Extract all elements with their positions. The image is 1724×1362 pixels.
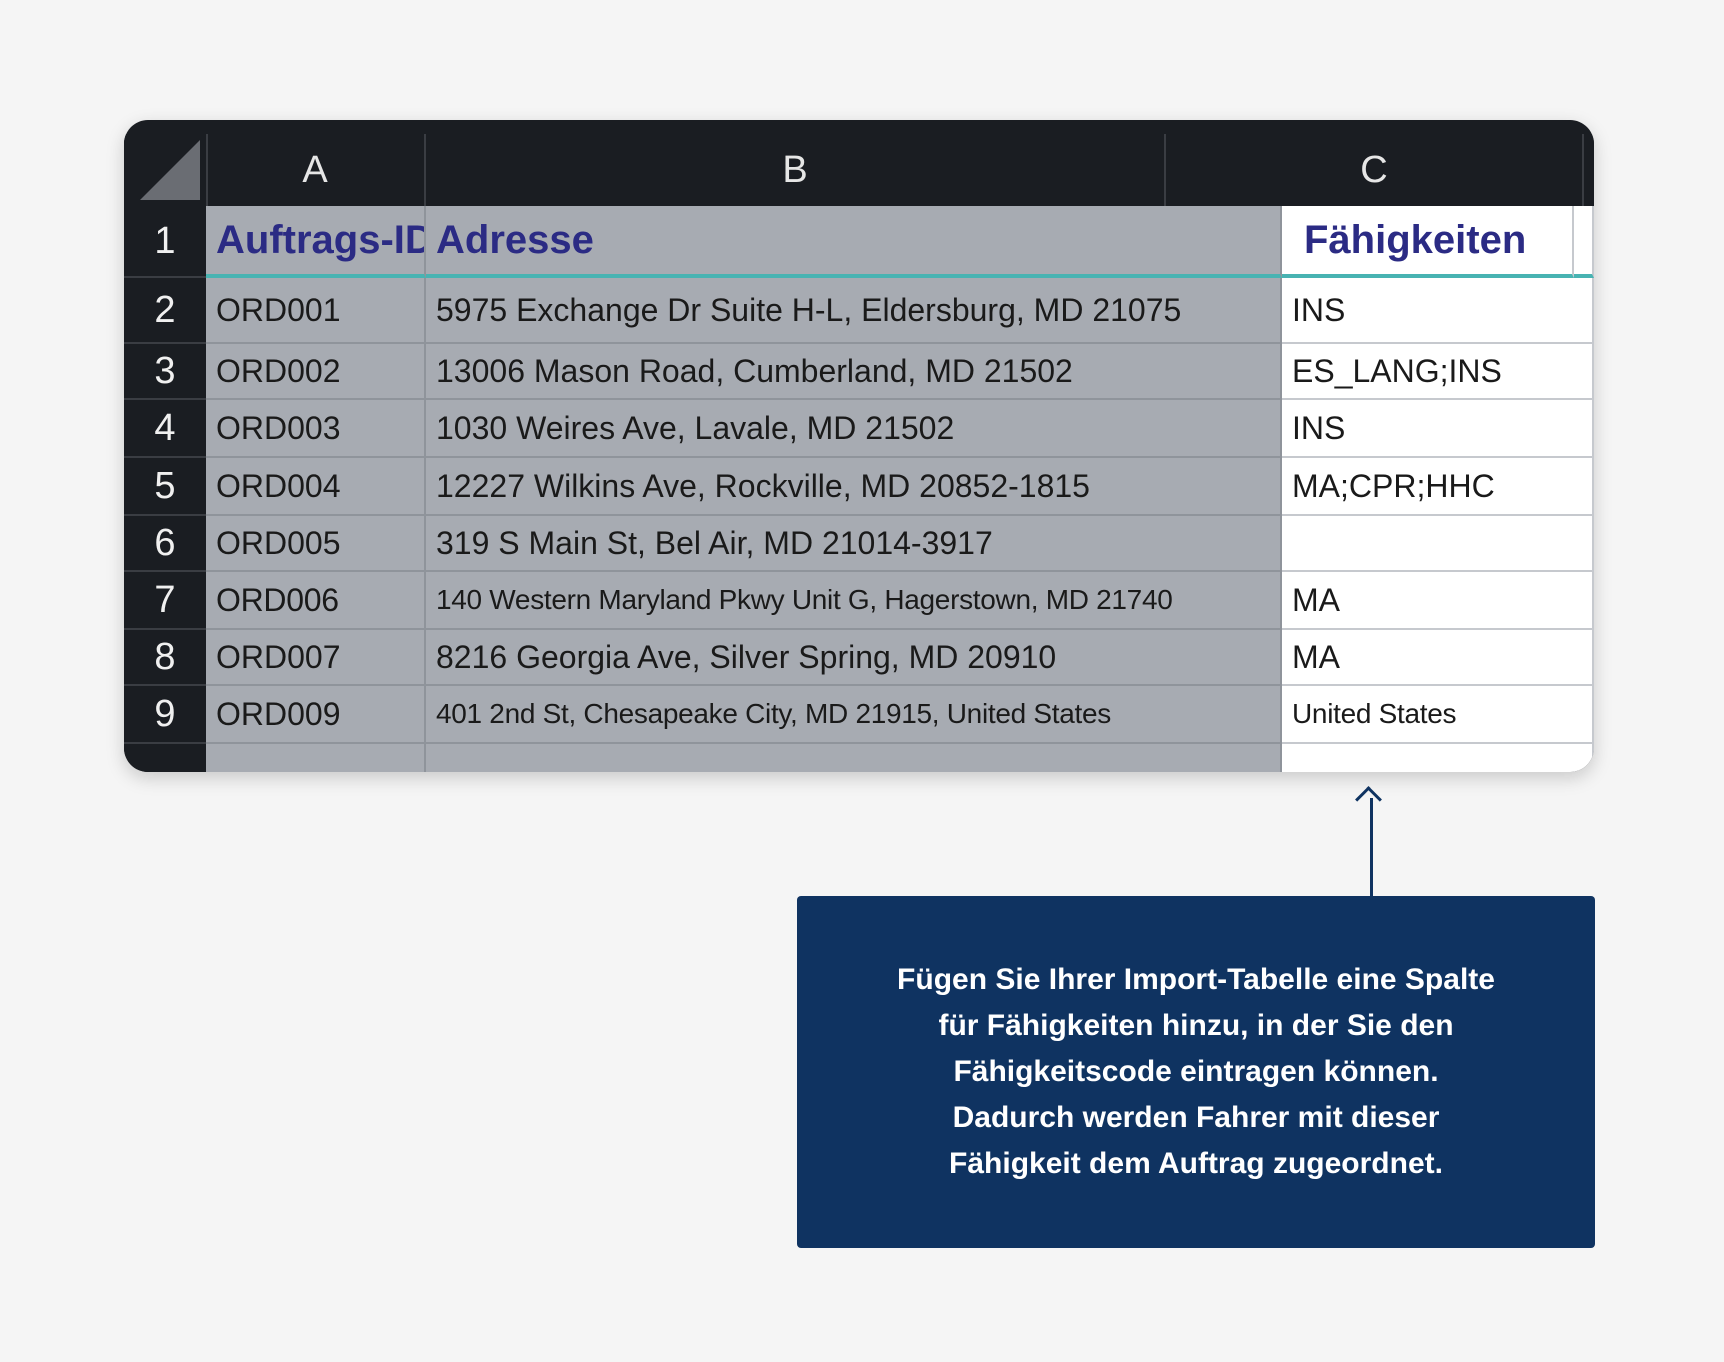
cell-a2[interactable]: ORD001 [206,278,426,344]
cell-b2[interactable]: 5975 Exchange Dr Suite H-L, Eldersburg, … [426,278,1282,344]
cell-c8[interactable]: MA [1282,630,1594,686]
cell-a1[interactable]: Auftrags-ID [206,206,426,278]
cell-c2[interactable]: INS [1282,278,1594,344]
cell-a10-partial[interactable] [206,744,426,772]
cell-c4[interactable]: INS [1282,400,1594,458]
column-header-c[interactable]: C [1166,134,1584,206]
callout-box: Fügen Sie Ihrer Import-Tabelle eine Spal… [797,896,1595,1248]
cell-a9[interactable]: ORD009 [206,686,426,744]
arrow-up-icon [1355,786,1382,813]
cell-b5[interactable]: 12227 Wilkins Ave, Rockville, MD 20852-1… [426,458,1282,516]
cell-c1[interactable]: Fähigkeiten [1282,206,1574,278]
cell-b3[interactable]: 13006 Mason Road, Cumberland, MD 21502 [426,344,1282,400]
cell-b1[interactable]: Adresse [426,206,1282,278]
callout-arrow-shaft [1370,798,1373,896]
row-header-1[interactable]: 1 [124,206,206,278]
column-header-row: A B C [124,134,1594,206]
row-header-2[interactable]: 2 [124,278,206,344]
cell-a3[interactable]: ORD002 [206,344,426,400]
row-header-8[interactable]: 8 [124,630,206,686]
select-all-triangle-icon [140,140,200,200]
row-header-6[interactable]: 6 [124,516,206,572]
cell-c6[interactable] [1282,516,1594,572]
cell-c10-partial[interactable] [1282,744,1594,772]
column-header-a[interactable]: A [206,134,426,206]
callout-line-5: Fähigkeit dem Auftrag zugeordnet. [949,1147,1443,1180]
cell-c3[interactable]: ES_LANG;INS [1282,344,1594,400]
callout-line-2: für Fähigkeiten hinzu, in der Sie den [938,1009,1454,1042]
row-header-5[interactable]: 5 [124,458,206,516]
cell-b7[interactable]: 140 Western Maryland Pkwy Unit G, Hagers… [426,572,1282,630]
callout-line-3: Fähigkeitscode eintragen können. [953,1055,1439,1088]
callout-text: Fügen Sie Ihrer Import-Tabelle eine Spal… [897,957,1495,1187]
cell-a8[interactable]: ORD007 [206,630,426,686]
row-header-4[interactable]: 4 [124,400,206,458]
cell-b4[interactable]: 1030 Weires Ave, Lavale, MD 21502 [426,400,1282,458]
callout-line-4: Dadurch werden Fahrer mit dieser [952,1101,1440,1134]
callout-line-1: Fügen Sie Ihrer Import-Tabelle eine Spal… [897,963,1495,996]
cell-c5[interactable]: MA;CPR;HHC [1282,458,1594,516]
cell-a6[interactable]: ORD005 [206,516,426,572]
column-header-b[interactable]: B [426,134,1166,206]
spreadsheet-screenshot: A B C 1 2 3 4 5 6 7 8 9 Auftrags-ID Adre… [124,120,1594,772]
cell-d1[interactable] [1574,206,1594,278]
cell-a7[interactable]: ORD006 [206,572,426,630]
cell-b8[interactable]: 8216 Georgia Ave, Silver Spring, MD 2091… [426,630,1282,686]
cell-b10-partial[interactable] [426,744,1282,772]
cell-a5[interactable]: ORD004 [206,458,426,516]
select-all-corner[interactable] [124,134,208,206]
row-header-9[interactable]: 9 [124,686,206,744]
row-header-3[interactable]: 3 [124,344,206,400]
cell-c7[interactable]: MA [1282,572,1594,630]
row-header-10-partial[interactable] [124,744,206,772]
cell-b6[interactable]: 319 S Main St, Bel Air, MD 21014-3917 [426,516,1282,572]
row-header-7[interactable]: 7 [124,572,206,630]
cell-c9[interactable]: United States [1282,686,1594,744]
cell-a4[interactable]: ORD003 [206,400,426,458]
cell-b9[interactable]: 401 2nd St, Chesapeake City, MD 21915, U… [426,686,1282,744]
